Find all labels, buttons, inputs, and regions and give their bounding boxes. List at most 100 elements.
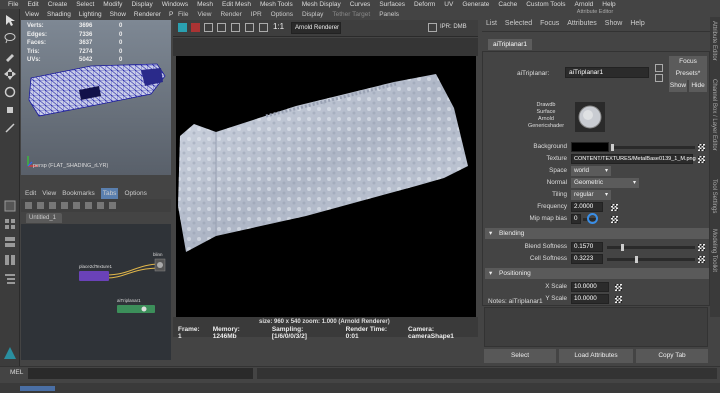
background-slider[interactable] (611, 146, 695, 149)
display-icon[interactable] (245, 23, 254, 32)
go-input-icon[interactable] (655, 64, 663, 72)
menu-file[interactable]: File (8, 0, 18, 9)
mel-command-input[interactable] (28, 368, 253, 379)
menu-custom-tools[interactable]: Custom Tools (526, 0, 565, 9)
side-tab-modeling-toolkit[interactable]: Modeling Toolkit (711, 229, 717, 272)
ae-menu-selected[interactable]: Selected (505, 17, 532, 31)
viewport-menu-renderer[interactable]: Renderer (134, 9, 161, 20)
load-attributes-button[interactable]: Load Attributes (559, 349, 633, 363)
blend-softness-knob[interactable] (621, 244, 624, 251)
menu-edit-mesh[interactable]: Edit Mesh (222, 0, 251, 9)
stop-render-icon[interactable] (191, 23, 200, 32)
menu-help[interactable]: Help (602, 0, 615, 9)
menu-select[interactable]: Select (76, 0, 94, 9)
node-editor-menu-tabs[interactable]: Tabs (100, 188, 119, 199)
menu-create[interactable]: Create (48, 0, 68, 9)
viewport-menu-show[interactable]: Show (110, 9, 126, 20)
cell-softness-field[interactable]: 0.3223 (571, 254, 603, 264)
menu-uv[interactable]: UV (444, 0, 453, 9)
menu-arnold[interactable]: Arnold (574, 0, 593, 9)
layout-vertical-icon[interactable] (3, 253, 17, 267)
viewport-menu-view[interactable]: View (25, 9, 39, 20)
menu-mesh-display[interactable]: Mesh Display (302, 0, 341, 9)
y-scale-field[interactable]: 10.0000 (571, 294, 609, 304)
ratio-label[interactable]: 1:1 (273, 22, 284, 31)
menu-mesh-tools[interactable]: Mesh Tools (260, 0, 293, 9)
ae-menu-attributes[interactable]: Attributes (567, 17, 597, 31)
background-slider-knob[interactable] (611, 144, 614, 151)
node-editor-tab[interactable]: Untitled_1 (26, 213, 62, 223)
attribute-editor-tab[interactable]: aiTriplanar1 (488, 39, 532, 50)
x-scale-field[interactable]: 10.0000 (571, 282, 609, 292)
menu-edit[interactable]: Edit (27, 0, 38, 9)
ae-menu-list[interactable]: List (486, 17, 497, 31)
node-editor-menu-bookmarks[interactable]: Bookmarks (62, 188, 95, 199)
render-menu-view[interactable]: View (197, 9, 211, 20)
select-tool-icon[interactable] (3, 13, 17, 27)
blend-softness-field[interactable]: 0.1570 (571, 242, 603, 252)
layout-split-icon[interactable] (3, 235, 17, 249)
scale-tool-icon[interactable] (3, 103, 17, 117)
snapshot-icon[interactable] (204, 23, 213, 32)
space-dropdown[interactable]: world (571, 166, 611, 176)
blending-section-header[interactable]: Blending (485, 228, 709, 239)
paint-select-tool-icon[interactable] (3, 49, 17, 63)
frequency-map-icon[interactable] (611, 204, 618, 211)
positioning-section-header[interactable]: Positioning (485, 268, 709, 279)
cell-softness-knob[interactable] (635, 256, 638, 263)
side-tab-channel-box[interactable]: Channel Box / Layer Editor (711, 79, 717, 151)
focus-button[interactable]: Focus (669, 56, 707, 68)
ae-menu-show[interactable]: Show (605, 17, 623, 31)
frequency-field[interactable]: 2.0000 (571, 202, 603, 212)
side-tab-attribute-editor[interactable]: Attribute Editor (711, 21, 717, 61)
render-menu-ipr[interactable]: IPR (251, 9, 262, 20)
move-tool-icon[interactable] (3, 67, 17, 81)
normal-dropdown[interactable]: Geometric (571, 178, 639, 188)
node-editor-menu-view[interactable]: View (42, 188, 56, 199)
node-editor-graph[interactable]: place2dTexture1 aiTriplanar1 blinn (21, 224, 171, 360)
menu-modify[interactable]: Modify (103, 0, 122, 9)
rotate-tool-icon[interactable] (3, 85, 17, 99)
x-scale-map-icon[interactable] (615, 284, 622, 291)
render-menu-file[interactable]: File (178, 9, 188, 20)
render-menu-panels[interactable]: Panels (379, 9, 399, 20)
frame-icon[interactable] (259, 23, 268, 32)
cell-softness-slider[interactable] (607, 258, 695, 261)
hide-button[interactable]: Hide (689, 80, 707, 92)
render-menu-tether-target[interactable]: Tether Target (332, 9, 370, 20)
layout-single-icon[interactable] (3, 199, 17, 213)
node-name-field[interactable]: aiTriplanar1 (565, 67, 649, 78)
menu-mesh[interactable]: Mesh (197, 0, 213, 9)
ae-menu-focus[interactable]: Focus (540, 17, 559, 31)
texture-path-field[interactable]: CONTENT/TEXTURES/MetalBase0139_1_M.png (571, 154, 696, 164)
menu-display[interactable]: Display (131, 0, 152, 9)
render-menu-options[interactable]: Options (271, 9, 293, 20)
menu-curves[interactable]: Curves (350, 0, 371, 9)
ae-menu-help[interactable]: Help (630, 17, 644, 31)
side-tab-tool-settings[interactable]: Tool Settings (711, 179, 717, 213)
cell-softness-map-icon[interactable] (698, 256, 705, 263)
tiling-dropdown[interactable]: regular (571, 190, 611, 200)
render-menu-display[interactable]: Display (302, 9, 323, 20)
menu-windows[interactable]: Windows (162, 0, 188, 9)
ipr-icon[interactable] (428, 23, 437, 32)
layout-four-icon[interactable] (3, 217, 17, 231)
menu-generate[interactable]: Generate (462, 0, 489, 9)
region-icon[interactable] (217, 23, 226, 32)
renderer-select[interactable]: Arnold Renderer (291, 22, 341, 34)
go-output-icon[interactable] (655, 74, 663, 82)
blend-softness-map-icon[interactable] (698, 244, 705, 251)
lasso-tool-icon[interactable] (3, 31, 17, 45)
last-tool-icon[interactable] (3, 121, 17, 135)
presets-button[interactable]: Presets* (669, 68, 707, 80)
channel-icon[interactable] (231, 23, 240, 32)
render-menu-render[interactable]: Render (220, 9, 241, 20)
menu-cache[interactable]: Cache (498, 0, 517, 9)
menu-deform[interactable]: Deform (414, 0, 435, 9)
texture-browse-icon[interactable] (698, 156, 705, 163)
copy-tab-button[interactable]: Copy Tab (636, 349, 708, 363)
node-editor-menu-options[interactable]: Options (124, 188, 146, 199)
mip-map-bias-map-icon[interactable] (611, 216, 618, 223)
outliner-icon[interactable] (3, 271, 17, 285)
viewport-menu-lighting[interactable]: Lighting (79, 9, 102, 20)
